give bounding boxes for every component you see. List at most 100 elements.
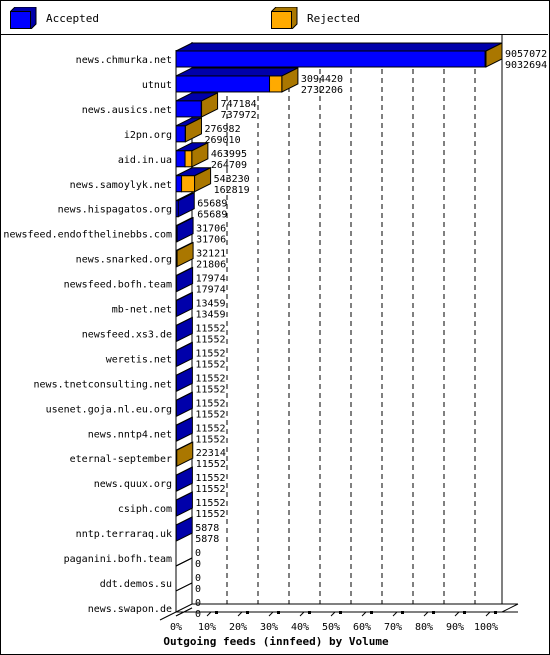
value-label-offered: 9057072	[505, 49, 547, 60]
category-label: news.snarked.org	[76, 255, 172, 266]
x-tick	[423, 611, 429, 617]
value-label-accepted: 17974	[196, 285, 226, 296]
value-label-accepted: 0	[195, 609, 201, 620]
value-label-accepted: 11552	[195, 334, 225, 345]
bar-accepted	[175, 100, 202, 118]
value-label-accepted: 0	[195, 559, 201, 570]
category-label: paganini.bofh.team	[64, 554, 172, 565]
value-label-offered: 747184	[221, 99, 257, 110]
category-label: newsfeed.endofthelinebbs.com	[3, 230, 172, 241]
value-label-accepted: 11552	[195, 409, 225, 420]
category-label: news.quux.org	[94, 479, 172, 490]
bar-rejected	[181, 175, 196, 193]
bar-chart: 0% 10% 20% 30% 40% 50% 60% 70% 80% 90% 100% Outgoin…	[3, 34, 547, 648]
x-tick-label: 40%	[291, 622, 309, 633]
x-tick-label: 100%	[474, 622, 498, 633]
x-tick-label: 10%	[198, 622, 216, 633]
value-label-offered: 22314	[196, 448, 226, 459]
x-tick	[392, 611, 398, 617]
bar-zero-edge	[175, 582, 193, 592]
value-label-accepted: 13459	[195, 310, 225, 321]
bar-side-face	[175, 516, 193, 542]
category-label: news.tnetconsulting.net	[34, 379, 172, 390]
value-label-offered: 31706	[196, 224, 226, 235]
category-label: news.samoylyk.net	[70, 180, 172, 191]
category-label: eternal-september	[70, 454, 172, 465]
value-label-accepted: 162819	[214, 185, 250, 196]
value-label-offered: 65689	[197, 199, 227, 210]
value-label-offered: 463995	[211, 149, 247, 160]
bar-accepted	[175, 75, 271, 93]
x-tick-label: 80%	[415, 622, 433, 633]
value-label-accepted: 9032694	[505, 60, 547, 71]
value-label-accepted: 65689	[197, 210, 227, 221]
category-label: news.nntp4.net	[88, 429, 172, 440]
category-label: csiph.com	[118, 504, 172, 515]
value-label-offered: 0	[195, 548, 201, 559]
bar-accepted	[175, 150, 186, 168]
value-label-accepted: 5878	[195, 534, 219, 545]
value-label-offered: 276982	[204, 124, 240, 135]
x-tick	[268, 611, 274, 617]
bar-side-face	[176, 241, 194, 268]
value-label-offered: 11552	[195, 423, 225, 434]
bar-side-face	[176, 441, 194, 468]
bar-side-face	[175, 291, 193, 318]
x-tick	[485, 611, 491, 617]
value-label-offered: 11552	[195, 473, 225, 484]
value-label-accepted: 11552	[195, 509, 225, 520]
bar-side-face	[175, 416, 193, 443]
category-label: newsfeed.xs3.de	[82, 329, 172, 340]
value-label-accepted: 264709	[211, 160, 247, 171]
value-label-accepted: 2732206	[301, 85, 343, 96]
category-label: usenet.goja.nl.eu.org	[46, 404, 172, 415]
category-label: news.hispagatos.org	[58, 205, 172, 216]
value-label-offered: 11552	[195, 498, 225, 509]
value-label-accepted: 737972	[221, 110, 257, 121]
x-axis-title: Outgoing feeds (innfeed) by Volume	[163, 635, 389, 648]
x-tick-label: 20%	[229, 622, 247, 633]
value-label-offered: 11552	[195, 373, 225, 384]
value-label-offered: 0	[195, 573, 201, 584]
value-label-accepted: 11552	[195, 434, 225, 445]
bar-top-face	[175, 67, 299, 77]
bar-rejected	[269, 75, 283, 93]
bar-rejected	[184, 150, 193, 168]
bar-side-face	[175, 341, 193, 368]
value-label-offered: 11552	[195, 323, 225, 334]
x-tick-label: 50%	[322, 622, 340, 633]
category-label: news.chmurka.net	[76, 55, 172, 66]
category-label: i2pn.org	[124, 130, 172, 141]
category-label: utnut	[142, 80, 172, 91]
value-label-accepted: 11552	[195, 484, 225, 495]
floor-right-diag	[501, 603, 519, 613]
value-label-accepted: 31706	[196, 235, 226, 246]
bar-side-face	[175, 466, 193, 492]
bar-accepted	[175, 125, 186, 143]
value-label-offered: 3094420	[301, 74, 343, 85]
value-label-offered: 11552	[195, 348, 225, 359]
value-label-offered: 17974	[196, 274, 226, 285]
bar-top-face	[175, 42, 503, 52]
category-label: news.ausics.net	[82, 105, 172, 116]
value-label-offered: 32121	[196, 249, 226, 260]
bar-side-face	[175, 391, 193, 418]
x-tick	[454, 611, 460, 617]
bar-side-face	[175, 366, 193, 393]
value-label-accepted: 0	[195, 584, 201, 595]
value-label-offered: 5878	[195, 523, 219, 534]
bar-accepted	[175, 175, 183, 193]
bar-side-face	[175, 316, 193, 343]
category-label: nntp.terraraq.uk	[76, 529, 172, 540]
value-label-offered: 13459	[195, 299, 225, 310]
bar-accepted	[175, 50, 486, 68]
bar-side-face	[175, 491, 193, 517]
bar-zero-edge	[175, 557, 193, 567]
value-label-accepted: 21806	[196, 260, 226, 271]
x-tick-label: 60%	[353, 622, 371, 633]
bar-side-face	[176, 216, 194, 243]
value-label-offered: 543230	[214, 174, 250, 185]
x-tick-label: 0%	[170, 622, 182, 633]
x-tick	[206, 611, 212, 617]
x-tick	[361, 611, 367, 617]
